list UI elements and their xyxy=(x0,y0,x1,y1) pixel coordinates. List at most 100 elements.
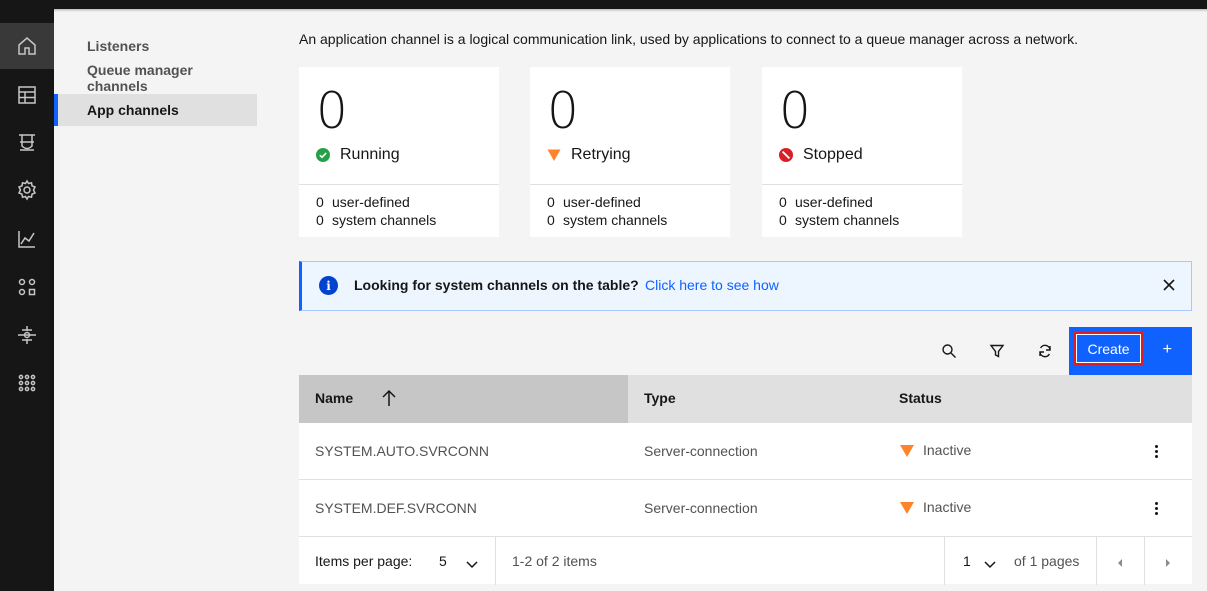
items-per-page-label: Items per page: xyxy=(315,553,413,569)
chevron-down-icon[interactable] xyxy=(984,556,996,572)
tile-retrying: 0 Retrying 0 user-defined 0 system channel… xyxy=(530,67,730,237)
checkmark-filled-icon xyxy=(316,148,330,162)
user-defined-label: user-defined xyxy=(795,194,873,210)
create-button[interactable]: Create + xyxy=(1069,327,1192,375)
cell-type: Server-connection xyxy=(644,500,758,516)
rail-sliders[interactable] xyxy=(0,312,54,358)
settings-icon xyxy=(17,179,37,201)
cell-status: Inactive xyxy=(899,442,971,458)
tile-divider xyxy=(762,184,962,185)
cell-status-label: Inactive xyxy=(923,442,972,458)
overflow-menu-icon[interactable] xyxy=(1150,497,1162,519)
error-filled-icon xyxy=(779,148,793,162)
system-count: 0 xyxy=(316,212,324,228)
header-type[interactable]: Type xyxy=(644,390,676,406)
warning-triangle-icon xyxy=(900,502,914,514)
rail-analytics[interactable] xyxy=(0,216,54,262)
refresh-button[interactable] xyxy=(1021,327,1069,375)
channels-table: Name Type Status SYSTEM.AUTO.SVRCONN Ser… xyxy=(299,375,1192,537)
arrow-up-icon[interactable] xyxy=(381,389,397,410)
user-defined-count: 0 xyxy=(547,194,555,210)
rail-table[interactable] xyxy=(0,72,54,118)
user-defined-count: 0 xyxy=(316,194,324,210)
sidenav-item-app-channels[interactable]: App channels xyxy=(54,94,257,126)
user-defined-label: user-defined xyxy=(563,194,641,210)
caret-right-icon[interactable] xyxy=(1164,555,1172,571)
system-count: 0 xyxy=(779,212,787,228)
items-range: 1-2 of 2 items xyxy=(512,553,597,569)
sidenav-item-listeners[interactable]: Listeners xyxy=(54,30,257,62)
sliders-icon xyxy=(18,326,36,344)
tile-status: Stopped xyxy=(779,146,863,164)
total-pages: of 1 pages xyxy=(1014,553,1080,569)
rail-network[interactable] xyxy=(0,360,54,406)
tile-divider xyxy=(530,184,730,185)
sidenav-item-label: Queue manager channels xyxy=(87,62,193,94)
page-description: An application channel is a logical comm… xyxy=(299,31,1079,47)
close-icon[interactable] xyxy=(1159,275,1179,295)
chart-line-icon xyxy=(18,231,35,248)
tile-divider xyxy=(299,184,499,185)
rail-settings[interactable] xyxy=(0,167,54,213)
pagination-divider xyxy=(944,537,945,585)
tile-user-defined: 0 user-defined xyxy=(316,194,410,210)
tile-status-label: Running xyxy=(340,146,400,163)
notification-link[interactable]: Click here to see how xyxy=(645,277,779,293)
icon-rail xyxy=(0,0,54,591)
search-button[interactable] xyxy=(925,327,973,375)
system-label: system channels xyxy=(563,212,668,228)
rail-gateway[interactable] xyxy=(0,119,54,165)
tile-running: 0 Running 0 user-defined 0 system channels xyxy=(299,67,499,237)
inline-notification: i Looking for system channels on the tab… xyxy=(299,261,1192,311)
tile-status-label: Retrying xyxy=(571,146,631,163)
network-icon xyxy=(18,374,36,392)
notification-title: Looking for system channels on the table… xyxy=(354,277,639,293)
cell-type: Server-connection xyxy=(644,443,758,459)
user-defined-count: 0 xyxy=(779,194,787,210)
sidenav-item-label: Listeners xyxy=(87,38,150,54)
table-row[interactable]: SYSTEM.DEF.SVRCONN Server-connection Ina… xyxy=(299,480,1192,537)
system-label: system channels xyxy=(795,212,900,228)
gateway-icon xyxy=(19,134,35,151)
home-icon xyxy=(18,37,36,55)
items-per-page-select[interactable]: 5 xyxy=(439,553,447,569)
rail-home[interactable] xyxy=(0,23,54,69)
header-status[interactable]: Status xyxy=(899,390,942,406)
sidenav-item-label: App channels xyxy=(87,102,179,118)
tile-system-channels: 0 system channels xyxy=(316,212,436,228)
pagination-divider xyxy=(495,537,496,585)
table-row[interactable]: SYSTEM.AUTO.SVRCONN Server-connection In… xyxy=(299,423,1192,480)
table-header: Name Type Status xyxy=(299,375,1192,423)
warning-triangle-icon xyxy=(900,445,914,457)
rail-apps[interactable] xyxy=(0,264,54,310)
filter-button[interactable] xyxy=(973,327,1021,375)
tile-system-channels: 0 system channels xyxy=(547,212,667,228)
caret-left-icon[interactable] xyxy=(1116,555,1124,571)
top-bar xyxy=(0,0,1207,9)
chevron-down-icon[interactable] xyxy=(466,556,478,572)
tile-status: Running xyxy=(316,146,400,164)
top-bar-shadow xyxy=(54,9,1207,12)
pagination: Items per page: 5 1-2 of 2 items 1 of 1 … xyxy=(299,536,1192,585)
retrying-count: 0 xyxy=(547,82,579,140)
sidenav-item-queue-manager-channels[interactable]: Queue manager channels xyxy=(54,62,257,94)
refresh-icon xyxy=(1039,344,1051,358)
filter-icon xyxy=(989,344,1005,358)
create-button-label: Create xyxy=(1074,332,1143,365)
cell-status: Inactive xyxy=(899,499,971,515)
warning-triangle-icon xyxy=(547,148,561,162)
pagination-divider xyxy=(1144,537,1145,585)
header-name: Name xyxy=(315,390,354,406)
overflow-menu-icon[interactable] xyxy=(1150,440,1162,462)
system-count: 0 xyxy=(547,212,555,228)
cell-name: SYSTEM.AUTO.SVRCONN xyxy=(315,443,489,459)
stopped-count: 0 xyxy=(779,82,811,140)
side-nav: Listeners Queue manager channels App cha… xyxy=(54,30,257,126)
apps-icon xyxy=(18,278,36,296)
pagination-divider xyxy=(1096,537,1097,585)
tile-status: Retrying xyxy=(547,146,631,164)
search-icon xyxy=(942,344,956,358)
info-icon: i xyxy=(319,276,338,295)
page-select[interactable]: 1 xyxy=(963,553,971,569)
tile-user-defined: 0 user-defined xyxy=(779,194,873,210)
